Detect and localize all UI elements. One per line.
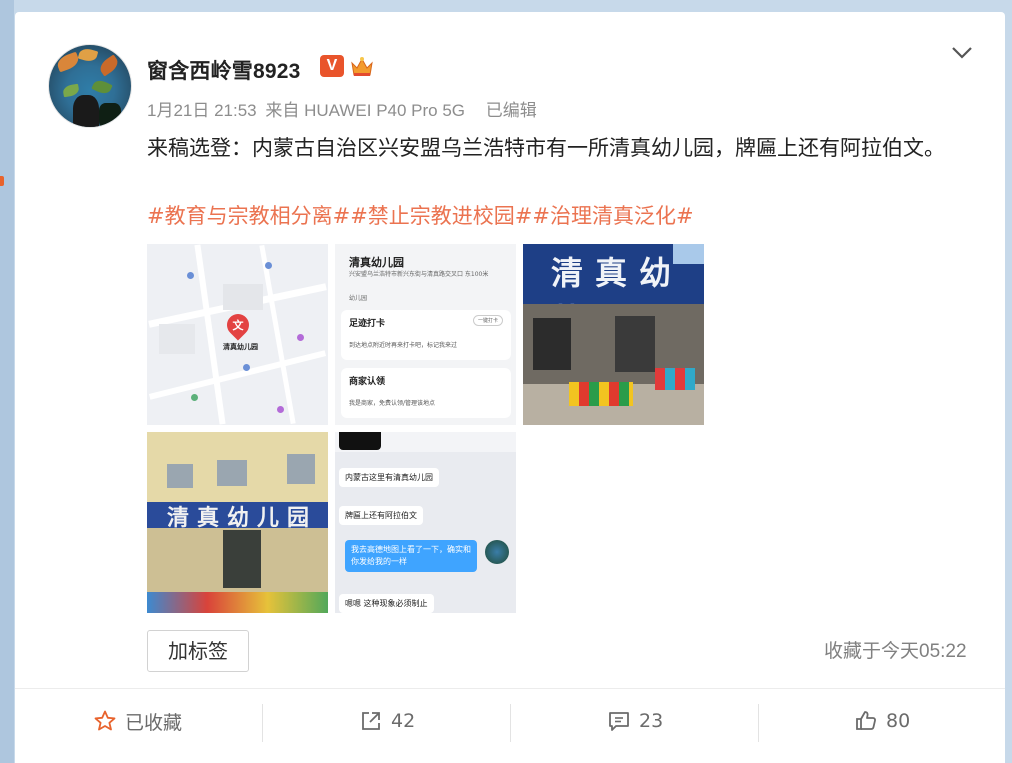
username[interactable]: 窗含西岭雪8923: [147, 55, 301, 85]
chevron-down-icon[interactable]: [949, 42, 975, 64]
action-separator: [262, 704, 263, 742]
app-place-title: 清真幼儿园: [349, 256, 404, 269]
like-button[interactable]: 80: [854, 706, 910, 736]
comment-count: 23: [639, 710, 664, 732]
app-merchant-box: 商家认领 我是商家，免费认领/管理该地点: [341, 368, 511, 418]
favorite-time: 收藏于今天05:22: [824, 641, 967, 662]
map-screenshot-image[interactable]: 文 清真幼儿园: [147, 244, 328, 425]
chat-avatar: [485, 540, 509, 564]
like-count: 80: [886, 710, 911, 732]
chat-message: 嗯嗯 这种现象必须制止: [339, 594, 434, 613]
hashtag-link[interactable]: #教育与宗教相分离#: [147, 204, 350, 228]
star-icon: [94, 710, 116, 731]
map-place-label: 清真幼儿园: [223, 343, 258, 351]
sidebar-marker: [0, 176, 4, 186]
app-checkin-title: 足迹打卡: [349, 319, 386, 329]
thumbs-up-icon: [856, 711, 876, 730]
post-text: 来稿选登：内蒙古自治区兴安盟乌兰浩特市有一所清真幼儿园，牌匾上还有阿拉伯文。: [147, 136, 945, 160]
app-info-screenshot-image[interactable]: 清真幼儿园 兴安盟乌兰浩特市新兴东街与清真路交叉口 东100米 幼儿园 足迹打卡…: [335, 244, 516, 425]
chat-message: 我去高德地图上看了一下，确实和你发给我的一样: [345, 540, 477, 572]
repost-count: 42: [391, 710, 416, 732]
action-separator: [758, 704, 759, 742]
chat-message: 内蒙古这里有清真幼儿园: [339, 468, 439, 487]
comment-button[interactable]: 23: [607, 706, 663, 736]
app-merchant-desc: 我是商家，免费认领/管理该地点: [349, 400, 436, 407]
building-photo-image[interactable]: 清真幼儿园: [147, 432, 328, 613]
verified-badge-icon: V: [320, 55, 344, 77]
favorite-button[interactable]: 已收藏: [93, 706, 182, 736]
left-sidebar-strip: [0, 0, 14, 763]
post-meta: 1月21日 21:53 来自 HUAWEI P40 Pro 5G 已编辑: [147, 96, 541, 121]
chat-screenshot-image[interactable]: 内蒙古这里有清真幼儿园 牌匾上还有阿拉伯文 我去高德地图上看了一下，确实和你发给…: [335, 432, 516, 613]
map-pin-label: 文: [232, 319, 244, 332]
repost-button[interactable]: 42: [359, 706, 415, 736]
app-merchant-title: 商家认领: [349, 377, 386, 387]
app-checkin-button: 一键打卡: [472, 315, 503, 326]
action-separator: [510, 704, 511, 742]
add-tag-button[interactable]: 加标签: [147, 630, 249, 672]
app-place-address: 兴安盟乌兰浩特市新兴东街与清真路交叉口 东100米: [349, 271, 489, 278]
post-source: 来自 HUAWEI P40 Pro 5G: [265, 101, 466, 120]
crown-icon: [351, 57, 373, 76]
app-checkin-box: 足迹打卡 一键打卡 到达地点附近时再来打卡吧，标记我来过: [341, 310, 511, 360]
action-bar-divider: [15, 688, 1005, 689]
app-place-category: 幼儿园: [349, 295, 368, 302]
favorite-label: 已收藏: [125, 711, 183, 734]
hashtag-link[interactable]: #禁止宗教进校园#: [350, 204, 532, 228]
edited-label[interactable]: 已编辑: [486, 101, 537, 120]
post-date[interactable]: 1月21日 21:53: [147, 101, 257, 120]
hashtag-list: #教育与宗教相分离##禁止宗教进校园##治理清真泛化#: [147, 201, 694, 231]
avatar[interactable]: [48, 44, 132, 128]
hashtag-link[interactable]: #治理清真泛化#: [532, 204, 693, 228]
share-icon: [362, 712, 380, 730]
comment-icon: [609, 712, 629, 731]
storefront-photo-image[interactable]: 清真幼儿园: [523, 244, 704, 425]
chat-message: 牌匾上还有阿拉伯文: [339, 506, 423, 525]
app-checkin-desc: 到达地点附近时再来打卡吧，标记我来过: [349, 342, 458, 349]
weibo-post-card: 窗含西岭雪8923 V 1月21日 21:53 来自 HUAWEI P40 Pr…: [15, 12, 1005, 763]
